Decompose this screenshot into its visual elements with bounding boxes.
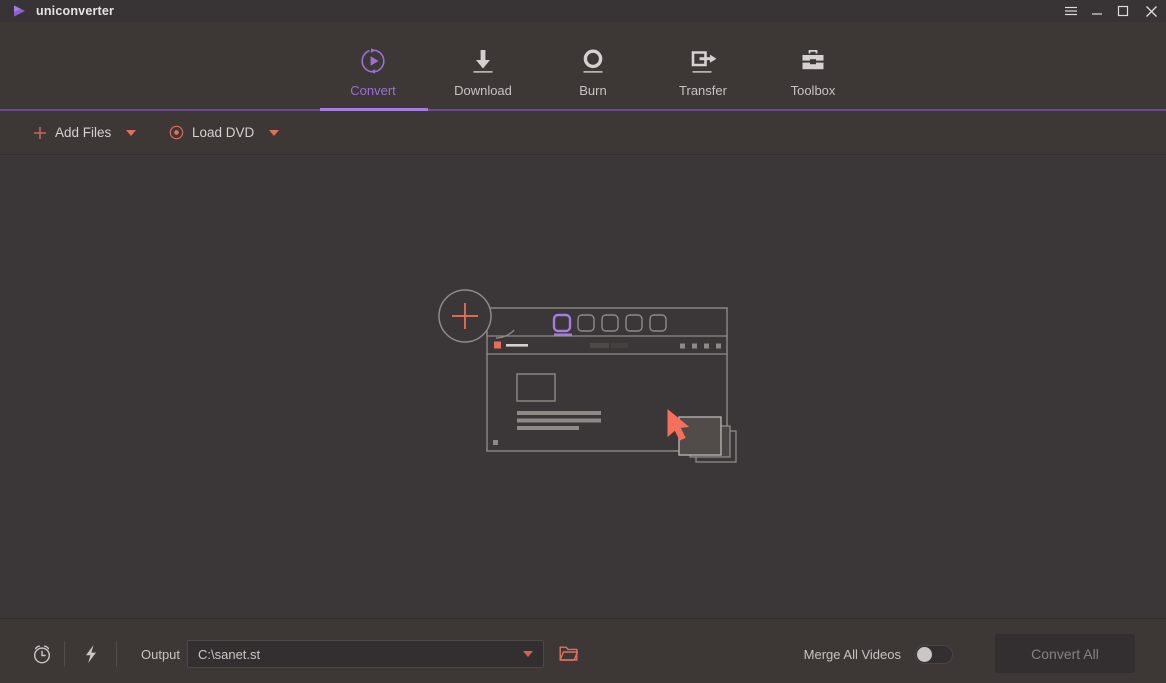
window-controls — [1058, 0, 1166, 22]
app-name: uniconverter — [36, 4, 115, 18]
output-path-caret-down-icon[interactable] — [523, 651, 533, 657]
add-files-caret-down-icon[interactable] — [126, 129, 137, 136]
main-nav: Convert Download Burn Transfer Toolbox — [318, 22, 868, 111]
nav-label-convert: Convert — [350, 83, 396, 98]
nav-item-convert[interactable]: Convert — [318, 22, 428, 111]
lightning-bolt-icon[interactable] — [77, 640, 105, 668]
load-dvd-button[interactable]: Load DVD — [169, 111, 280, 154]
merge-all-videos-group: Merge All Videos — [804, 645, 953, 664]
hamburger-menu-icon[interactable] — [1058, 0, 1084, 22]
nav-item-burn[interactable]: Burn — [538, 22, 648, 111]
add-files-dropzone-illustration-icon — [430, 288, 740, 488]
output-path-input[interactable]: C:\sanet.st — [187, 640, 544, 668]
title-bar: uniconverter — [0, 0, 1166, 22]
output-path-value: C:\sanet.st — [198, 646, 261, 662]
nav-item-toolbox[interactable]: Toolbox — [758, 22, 868, 111]
dvd-disc-icon — [169, 125, 184, 140]
add-files-button[interactable]: Add Files — [33, 111, 137, 154]
burn-disc-icon — [577, 44, 609, 78]
toolbar-divider-1 — [64, 641, 65, 667]
merge-all-videos-label: Merge All Videos — [803, 647, 901, 662]
file-dropzone[interactable] — [0, 155, 1166, 618]
main-header: Convert Download Burn Transfer Toolbox — [0, 22, 1166, 111]
nav-label-burn: Burn — [579, 83, 607, 98]
convert-circular-arrow-play-icon — [357, 44, 389, 78]
nav-item-transfer[interactable]: Transfer — [648, 22, 758, 111]
minimize-icon[interactable] — [1084, 0, 1110, 22]
download-arrow-icon — [467, 44, 499, 78]
nav-label-transfer: Transfer — [679, 83, 727, 98]
alarm-clock-icon[interactable] — [28, 640, 56, 668]
browse-folder-open-icon[interactable] — [559, 645, 578, 662]
toggle-knob — [917, 647, 932, 662]
toolbox-briefcase-icon — [797, 44, 829, 78]
add-files-label: Add Files — [55, 125, 112, 140]
uniconverter-window: uniconverter Convert Download Burn Trans… — [0, 0, 1166, 683]
toolbar-divider-2 — [116, 641, 117, 667]
merge-all-videos-toggle[interactable] — [915, 645, 953, 664]
nav-label-download: Download — [454, 83, 512, 98]
app-brand: uniconverter — [0, 3, 114, 19]
play-triangle-logo-icon — [11, 3, 27, 19]
action-toolbar: Add Files Load DVD Converting Converted … — [0, 111, 1166, 259]
plus-icon — [33, 126, 47, 140]
nav-label-toolbox: Toolbox — [790, 83, 836, 98]
output-label: Output — [141, 647, 181, 662]
close-icon[interactable] — [1136, 0, 1166, 22]
maximize-icon[interactable] — [1110, 0, 1136, 22]
nav-item-download[interactable]: Download — [428, 22, 538, 111]
load-dvd-caret-down-icon[interactable] — [269, 129, 280, 136]
load-dvd-label: Load DVD — [192, 125, 255, 140]
convert-all-button[interactable]: Convert All — [995, 634, 1135, 673]
transfer-device-arrow-icon — [686, 44, 720, 78]
